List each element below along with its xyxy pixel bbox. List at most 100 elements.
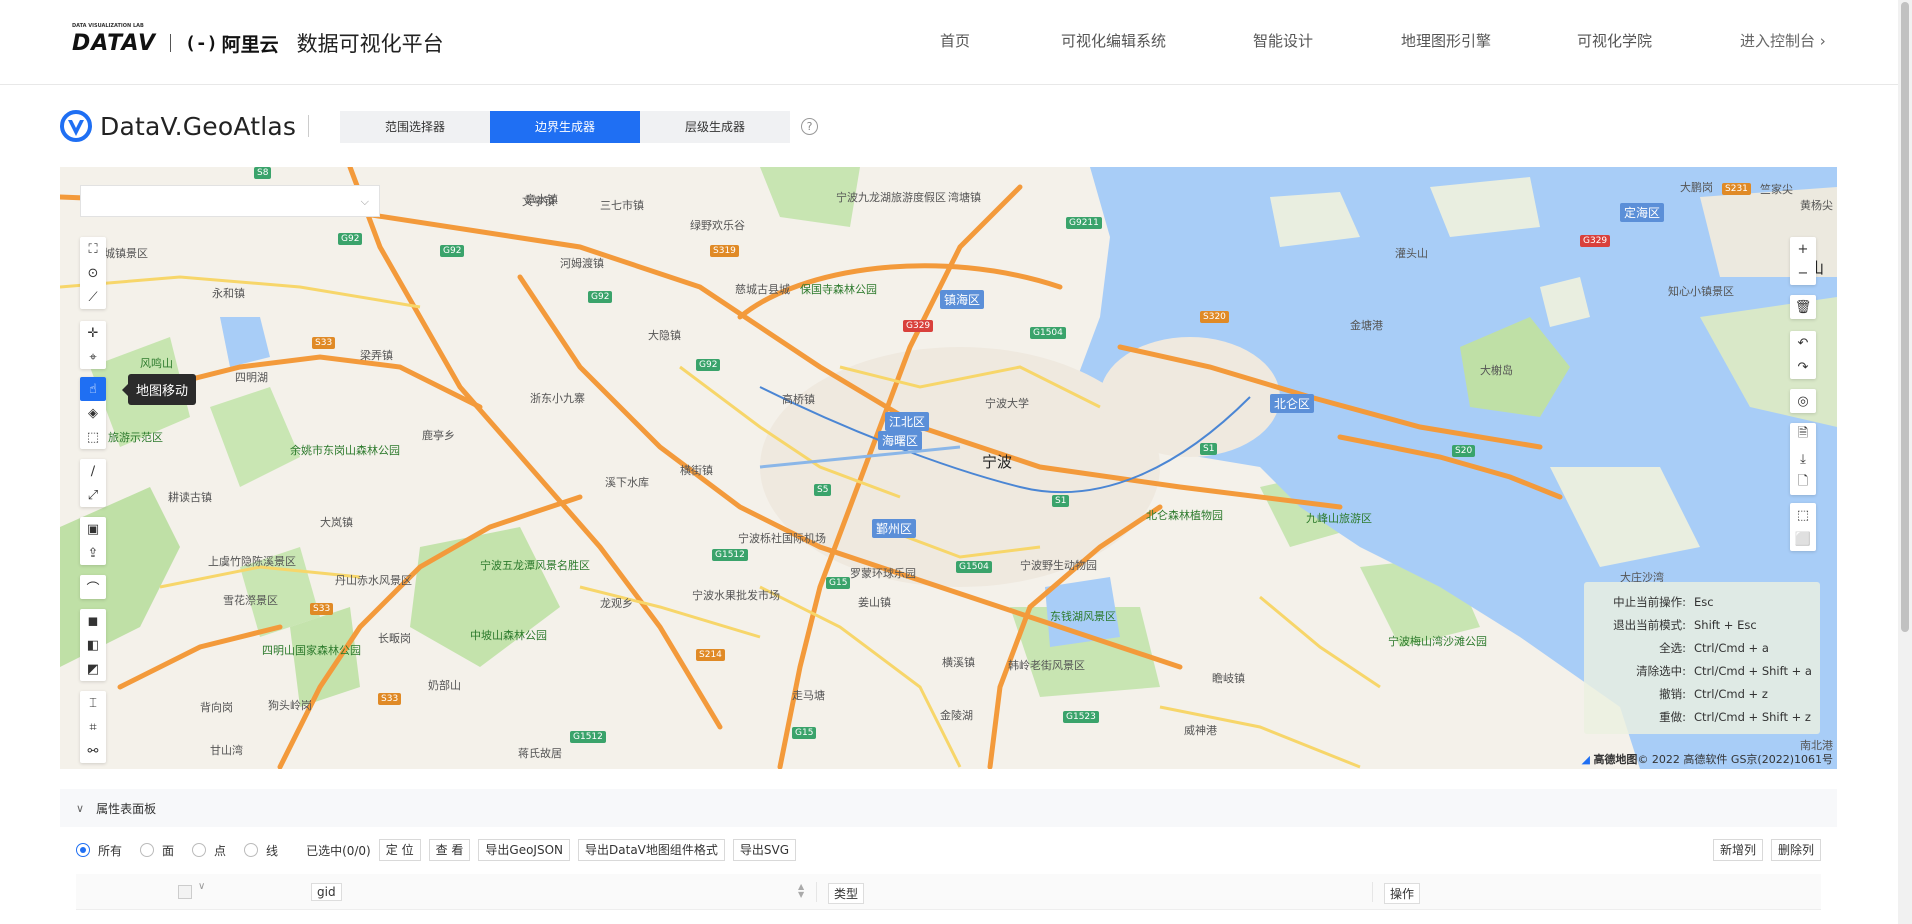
tab-range-selector[interactable]: 范围选择器 — [340, 111, 490, 143]
console-link[interactable]: 进入控制台 › — [1740, 30, 1826, 51]
zoom-out-button[interactable]: − — [1790, 261, 1816, 285]
top-nav: 首页 可视化编辑系统 智能设计 地理图形引擎 可视化学院 — [940, 30, 1652, 51]
map-canvas[interactable]: 宁波 江北区 海曙区 鄞州区 镇海区 北仑区 定海区 宁波九龙湖旅游度假区 绿野… — [60, 167, 1837, 769]
road-shield: G92 — [696, 359, 721, 371]
map-label: 宁波梅山湾沙滩公园 — [1388, 635, 1487, 648]
column-divider[interactable] — [816, 882, 817, 902]
merge-icon[interactable]: ◼ — [80, 609, 106, 633]
map-label: 蒋氏故居 — [518, 747, 562, 760]
rect-select-icon[interactable]: ⛶ — [80, 237, 106, 261]
subtract-icon[interactable]: ◩ — [80, 657, 106, 681]
io-toolbar: ▣ ⇪ — [80, 517, 106, 565]
road-shield: S1 — [1052, 495, 1070, 507]
select-toolbar: ☝ ◈ ⬚ — [80, 377, 106, 449]
line-draw-icon[interactable]: ⟋ — [80, 285, 106, 309]
help-icon[interactable]: ? — [801, 118, 818, 135]
trash-icon[interactable]: 🗑 — [1790, 295, 1816, 319]
title-divider — [308, 115, 310, 137]
map-label: 高桥镇 — [782, 393, 815, 406]
export-svg-button[interactable]: 导出SVG — [732, 839, 797, 861]
view-button[interactable]: 查 看 — [428, 839, 471, 861]
map-label: 姜山镇 — [858, 596, 891, 609]
map-label: 灌头山 — [1395, 247, 1428, 260]
pen-icon[interactable]: ∕ — [80, 459, 106, 483]
property-panel-header[interactable]: ∨ 属性表面板 — [60, 789, 1837, 827]
tab-level-generator[interactable]: 层级生成器 — [640, 111, 790, 143]
crop-icon[interactable]: ⌗ — [80, 715, 106, 739]
magic-select-icon[interactable]: ◈ — [80, 401, 106, 425]
column-header-type[interactable]: 类型 — [828, 883, 865, 904]
map-label: 黄杨尖 — [1800, 199, 1833, 212]
zoom-in-button[interactable]: + — [1790, 237, 1816, 261]
map-label: 北仑森林植物园 — [1146, 509, 1223, 522]
region-select[interactable]: ⌵ — [80, 185, 380, 217]
sort-icon[interactable]: ▲ ▼ — [798, 883, 804, 899]
export-geojson-button[interactable]: 导出GeoJSON — [478, 839, 571, 861]
geoatlas-logo-icon — [60, 110, 92, 142]
road-shield: S1 — [1200, 443, 1218, 455]
page-scrollbar[interactable] — [1898, 0, 1912, 924]
locate-icon[interactable]: ⌖ — [80, 345, 106, 369]
map-label: 狗头岭岗 — [268, 699, 312, 712]
nav-home[interactable]: 首页 — [940, 30, 1061, 51]
terminal-icon[interactable]: ▣ — [80, 517, 106, 541]
delete-column-button[interactable]: 删除列 — [1770, 839, 1821, 861]
aliyun-mark-icon: (-) — [185, 32, 218, 54]
scrollbar-thumb[interactable] — [1901, 2, 1909, 632]
road-shield: S214 — [696, 649, 725, 661]
brand-logo[interactable]: DATA VISUALIZATION LAB DATAV (-) 阿里云 数据可视化… — [72, 23, 444, 60]
property-panel: ∨ 属性表面板 所有 面 点 线 已选中(0/0) 定 位 查 看 导出GeoJ… — [60, 789, 1837, 924]
link-icon[interactable]: ⚯ — [80, 739, 106, 763]
road-shield: G1504 — [956, 561, 992, 573]
map-label: 罗蒙环球乐园 — [850, 567, 916, 580]
select-all-checkbox[interactable] — [178, 885, 192, 899]
filter-polygon[interactable]: 面 — [140, 842, 174, 859]
column-header-gid[interactable]: gid — [311, 883, 342, 901]
column-header-operation[interactable]: 操作 — [1384, 883, 1421, 904]
box-select-icon[interactable]: ⬚ — [80, 425, 106, 449]
map-label: 九峰山旅游区 — [1306, 512, 1372, 525]
deselect-icon[interactable]: ⬜ — [1790, 527, 1816, 551]
map-label: 威神港 — [1184, 724, 1217, 737]
chevron-down-icon[interactable]: ∨ — [76, 802, 84, 815]
filter-point[interactable]: 点 — [192, 842, 226, 859]
nav-academy[interactable]: 可视化学院 — [1577, 30, 1652, 51]
undo-icon[interactable]: ↶ — [1790, 331, 1816, 355]
intersect-icon[interactable]: ◧ — [80, 633, 106, 657]
road-shield: S319 — [710, 245, 739, 257]
expand-icon[interactable]: ⤢ — [80, 483, 106, 507]
nav-editor[interactable]: 可视化编辑系统 — [1061, 30, 1253, 51]
export-datav-button[interactable]: 导出DataV地图组件格式 — [578, 839, 725, 861]
map-label: 三七市镇 — [600, 199, 644, 212]
road-shield: G15 — [792, 727, 817, 739]
map-label: 横街镇 — [680, 464, 713, 477]
tab-boundary-generator[interactable]: 边界生成器 — [490, 111, 640, 143]
add-column-button[interactable]: 新增列 — [1712, 839, 1763, 861]
column-divider[interactable] — [1372, 882, 1373, 902]
select-all-icon[interactable]: ⬚ — [1790, 503, 1816, 527]
curve-icon[interactable]: ⌒ — [80, 575, 106, 599]
download-icon[interactable]: ⤓ — [1790, 447, 1816, 471]
locate-button[interactable]: 定 位 — [378, 839, 421, 861]
chevron-down-icon[interactable]: ∨ — [198, 881, 205, 892]
map-label: 奶部山 — [428, 679, 461, 692]
district-beilun: 北仑区 — [1270, 394, 1315, 413]
map-label: 梁弄镇 — [360, 349, 393, 362]
eye-icon[interactable]: ◎ — [1790, 389, 1816, 413]
filter-line[interactable]: 线 — [244, 842, 278, 859]
map-label: 大榭岛 — [1480, 364, 1513, 377]
file-export-icon[interactable]: 🗋 — [1790, 471, 1816, 495]
hand-icon[interactable]: ☝ — [80, 377, 106, 401]
redo-icon[interactable]: ↷ — [1790, 355, 1816, 379]
nav-smart-design[interactable]: 智能设计 — [1253, 30, 1401, 51]
map-label: 城镇景区 — [104, 247, 148, 260]
road-shield: G1504 — [1030, 327, 1066, 339]
move-icon[interactable]: ✛ — [80, 321, 106, 345]
nav-geo-engine[interactable]: 地理图形引擎 — [1401, 30, 1577, 51]
circle-select-icon[interactable]: ⊙ — [80, 261, 106, 285]
split-icon[interactable]: ⌶ — [80, 691, 106, 715]
upload-icon[interactable]: ⇪ — [80, 541, 106, 565]
filter-all[interactable]: 所有 — [76, 842, 122, 859]
road-shield: G92 — [338, 233, 363, 245]
file-icon[interactable]: 🗎 — [1790, 423, 1816, 447]
